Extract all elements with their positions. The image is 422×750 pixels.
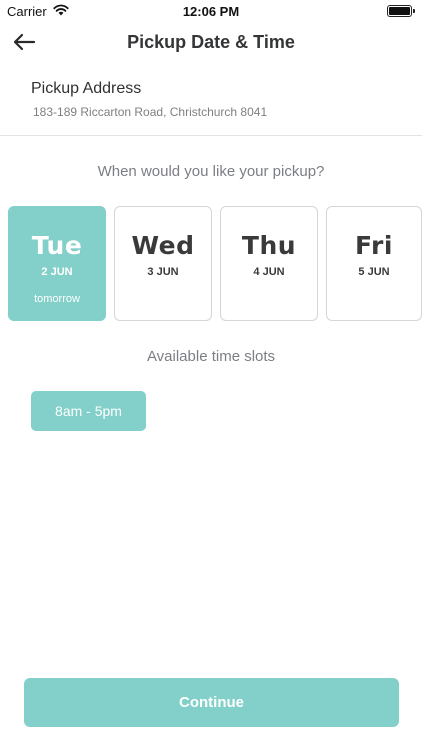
battery-fill <box>389 7 410 15</box>
nav-bar: Pickup Date & Time <box>0 26 422 62</box>
time-slots-heading: Available time slots <box>146 348 276 365</box>
status-time: 12:06 PM <box>182 4 240 19</box>
day-date: 5 JUN <box>358 266 390 278</box>
day-card-fri[interactable]: Fri 5 JUN <box>326 206 422 321</box>
status-bar: Carrier 12:06 PM <box>0 0 422 24</box>
day-name: Fri <box>355 231 393 260</box>
page-title: Pickup Date & Time <box>127 32 295 52</box>
day-card-thu[interactable]: Thu 4 JUN <box>220 206 318 321</box>
day-card-wed[interactable]: Wed 3 JUN <box>114 206 212 321</box>
address-label: Pickup Address <box>31 80 142 97</box>
battery-icon <box>387 5 415 17</box>
day-date: 2 JUN <box>41 266 73 278</box>
pickup-address-section: Pickup Address 183-189 Riccarton Road, C… <box>0 72 422 136</box>
day-date: 4 JUN <box>253 266 285 278</box>
day-card-tue[interactable]: Tue 2 JUN tomorrow <box>8 206 106 321</box>
day-note: tomorrow <box>34 293 80 305</box>
continue-button[interactable]: Continue <box>24 678 399 727</box>
day-name: Tue <box>31 231 83 260</box>
day-date: 3 JUN <box>147 266 179 278</box>
pickup-screen: Carrier 12:06 PM Pickup Date & Time Pick… <box>0 0 422 750</box>
day-name: Wed <box>131 231 195 260</box>
pickup-question: When would you like your pickup? <box>97 163 325 180</box>
time-slot-button[interactable]: 8am - 5pm <box>31 391 146 431</box>
address-value: 183-189 Riccarton Road, Christchurch 804… <box>33 105 268 119</box>
day-name: Thu <box>241 231 297 260</box>
